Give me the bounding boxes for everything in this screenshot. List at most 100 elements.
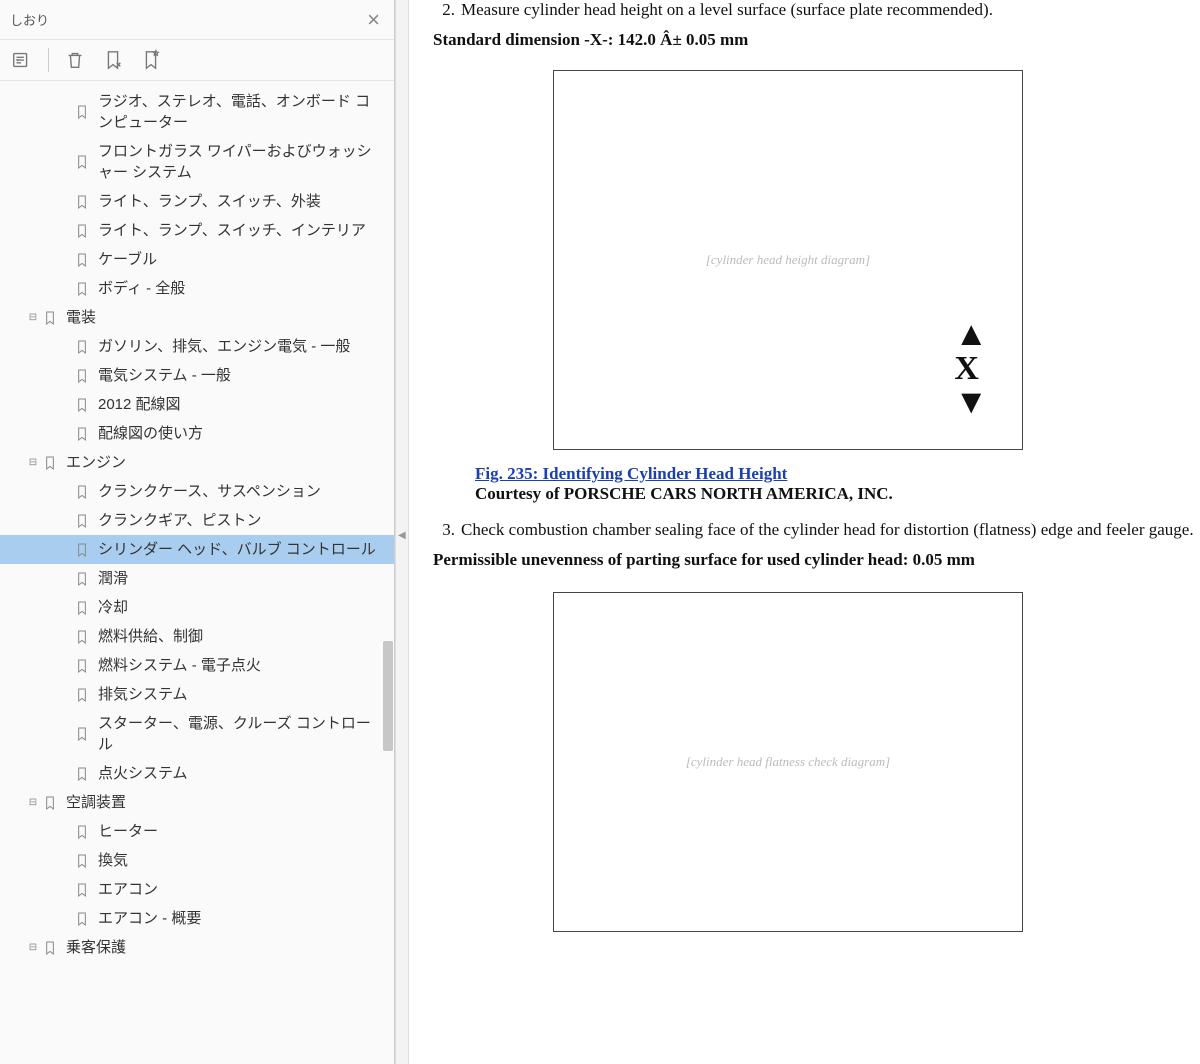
splitter-handle-icon[interactable]: ◀ (398, 530, 406, 541)
tree-item-label: 燃料供給、制御 (98, 626, 390, 647)
close-icon[interactable]: × (363, 7, 384, 33)
tree-item[interactable]: クランクギア、ピストン (0, 506, 394, 535)
tree-item-label: ケーブル (98, 249, 390, 270)
tree-item[interactable]: ガソリン、排気、エンジン電気 - 一般 (0, 332, 394, 361)
bookmark-icon (74, 599, 92, 617)
tree-item-label: ラジオ、ステレオ、電話、オンボード コンピューター (98, 91, 390, 133)
tree-item[interactable]: 電気システム - 一般 (0, 361, 394, 390)
tree-item[interactable]: シリンダー ヘッド、バルブ コントロール (0, 535, 394, 564)
bookmark-tree[interactable]: ラジオ、ステレオ、電話、オンボード コンピューターフロントガラス ワイパーおよび… (0, 81, 394, 1064)
tree-item[interactable]: 点火システム (0, 759, 394, 788)
figure-image-placeholder: [cylinder head height diagram] (706, 252, 870, 268)
bookmark-icon (74, 512, 92, 530)
bookmark-icon (74, 425, 92, 443)
tree-item[interactable]: 配線図の使い方 (0, 419, 394, 448)
tree-item-label: 排気システム (98, 684, 390, 705)
step-number: 3. (433, 520, 455, 540)
tree-item[interactable]: 冷却 (0, 593, 394, 622)
tree-item[interactable]: エアコン - 概要 (0, 904, 394, 933)
figure-235: [cylinder head height diagram] ▲ X ▼ (553, 70, 1023, 450)
tree-item-label: クランクギア、ピストン (98, 510, 390, 531)
tree-item-label: 冷却 (98, 597, 390, 618)
tree-item[interactable]: 燃料供給、制御 (0, 622, 394, 651)
tree-item[interactable]: 排気システム (0, 680, 394, 709)
tree-item[interactable]: ケーブル (0, 245, 394, 274)
bookmark-icon (74, 881, 92, 899)
figure-credit: Courtesy of PORSCHE CARS NORTH AMERICA, … (475, 484, 893, 503)
add-bookmark-icon[interactable] (101, 48, 125, 72)
bookmark-icon (74, 628, 92, 646)
bookmark-icon (74, 222, 92, 240)
figure-236: [cylinder head flatness check diagram] (553, 592, 1023, 932)
tree-item[interactable]: 潤滑 (0, 564, 394, 593)
sidebar-title: しおり (10, 10, 49, 29)
tree-section[interactable]: ⊟エンジン (0, 448, 394, 477)
tree-item[interactable]: ライト、ランプ、スイッチ、インテリア (0, 216, 394, 245)
step-text: Measure cylinder head height on a level … (461, 0, 1200, 20)
tree-item-label: 電装 (66, 307, 390, 328)
figure-link[interactable]: Fig. 235: Identifying Cylinder Head Heig… (475, 464, 787, 483)
document-content: 2. Measure cylinder head height on a lev… (409, 0, 1200, 1064)
tree-item-label: 配線図の使い方 (98, 423, 390, 444)
dimension-marker: ▲ X ▼ (954, 320, 988, 419)
bookmark-icon (74, 541, 92, 559)
tree-item[interactable]: スターター、電源、クルーズ コントロール (0, 709, 394, 759)
tree-item-label: ボディ - 全般 (98, 278, 390, 299)
tree-item-label: フロントガラス ワイパーおよびウォッシャー システム (98, 141, 390, 183)
options-icon[interactable] (10, 48, 34, 72)
tree-item-label: シリンダー ヘッド、バルブ コントロール (98, 539, 390, 560)
list-item: 2. Measure cylinder head height on a lev… (433, 0, 1200, 20)
bookmark-icon (74, 570, 92, 588)
tree-item[interactable]: 換気 (0, 846, 394, 875)
bookmark-icon (74, 396, 92, 414)
expand-icon[interactable]: ⊟ (26, 796, 40, 810)
tree-item-label: クランクケース、サスペンション (98, 481, 390, 502)
tree-item[interactable]: エアコン (0, 875, 394, 904)
tree-item-label: エアコン (98, 879, 390, 900)
bookmark-icon (74, 765, 92, 783)
tree-item-label: 乗客保護 (66, 937, 390, 958)
sidebar-header: しおり × (0, 0, 394, 40)
toolbar-divider (48, 48, 49, 72)
expand-icon[interactable]: ⊟ (26, 941, 40, 955)
permissible-text: Permissible unevenness of parting surfac… (433, 550, 1200, 570)
tree-item[interactable]: ボディ - 全般 (0, 274, 394, 303)
expand-icon[interactable]: ⊟ (26, 311, 40, 325)
tree-section[interactable]: ⊟ 乗客保護 (0, 933, 394, 962)
tree-item[interactable]: ヒーター (0, 817, 394, 846)
tree-item-label: ライト、ランプ、スイッチ、外装 (98, 191, 390, 212)
tree-item[interactable]: クランクケース、サスペンション (0, 477, 394, 506)
bookmark-icon (74, 725, 92, 743)
bookmark-icon (74, 823, 92, 841)
tree-item[interactable]: ラジオ、ステレオ、電話、オンボード コンピューター (0, 87, 394, 137)
tree-item[interactable]: 燃料システム - 電子点火 (0, 651, 394, 680)
marker-label: X (954, 350, 979, 387)
expand-icon[interactable]: ⊟ (26, 456, 40, 470)
figure-image-placeholder: [cylinder head flatness check diagram] (686, 754, 890, 770)
tree-item[interactable]: 2012 配線図 (0, 390, 394, 419)
step-text: Check combustion chamber sealing face of… (461, 520, 1200, 540)
dimension-text: Standard dimension -X-: 142.0 Â± 0.05 mm (433, 30, 1200, 50)
bookmark-icon (74, 483, 92, 501)
tree-item-label: 点火システム (98, 763, 390, 784)
tree-item-label: ガソリン、排気、エンジン電気 - 一般 (98, 336, 390, 357)
tree-item-label: 燃料システム - 電子点火 (98, 655, 390, 676)
tree-section[interactable]: ⊟ 電装 (0, 303, 394, 332)
list-item: 3. Check combustion chamber sealing face… (433, 520, 1200, 540)
delete-icon[interactable] (63, 48, 87, 72)
splitter[interactable]: ◀ (395, 0, 409, 1064)
scrollbar-thumb[interactable] (383, 641, 393, 751)
step-number: 2. (433, 0, 455, 20)
tree-item-label: 潤滑 (98, 568, 390, 589)
tree-item-label: 空調装置 (66, 792, 390, 813)
star-bookmark-icon[interactable] (139, 48, 163, 72)
bookmark-icon (42, 794, 60, 812)
bookmark-icon (74, 103, 92, 121)
tree-section[interactable]: ⊟ 空調装置 (0, 788, 394, 817)
tree-item[interactable]: ライト、ランプ、スイッチ、外装 (0, 187, 394, 216)
tree-item-label: ヒーター (98, 821, 390, 842)
tree-item[interactable]: フロントガラス ワイパーおよびウォッシャー システム (0, 137, 394, 187)
bookmark-icon (74, 367, 92, 385)
bookmark-icon (74, 657, 92, 675)
tree-item-label: 換気 (98, 850, 390, 871)
